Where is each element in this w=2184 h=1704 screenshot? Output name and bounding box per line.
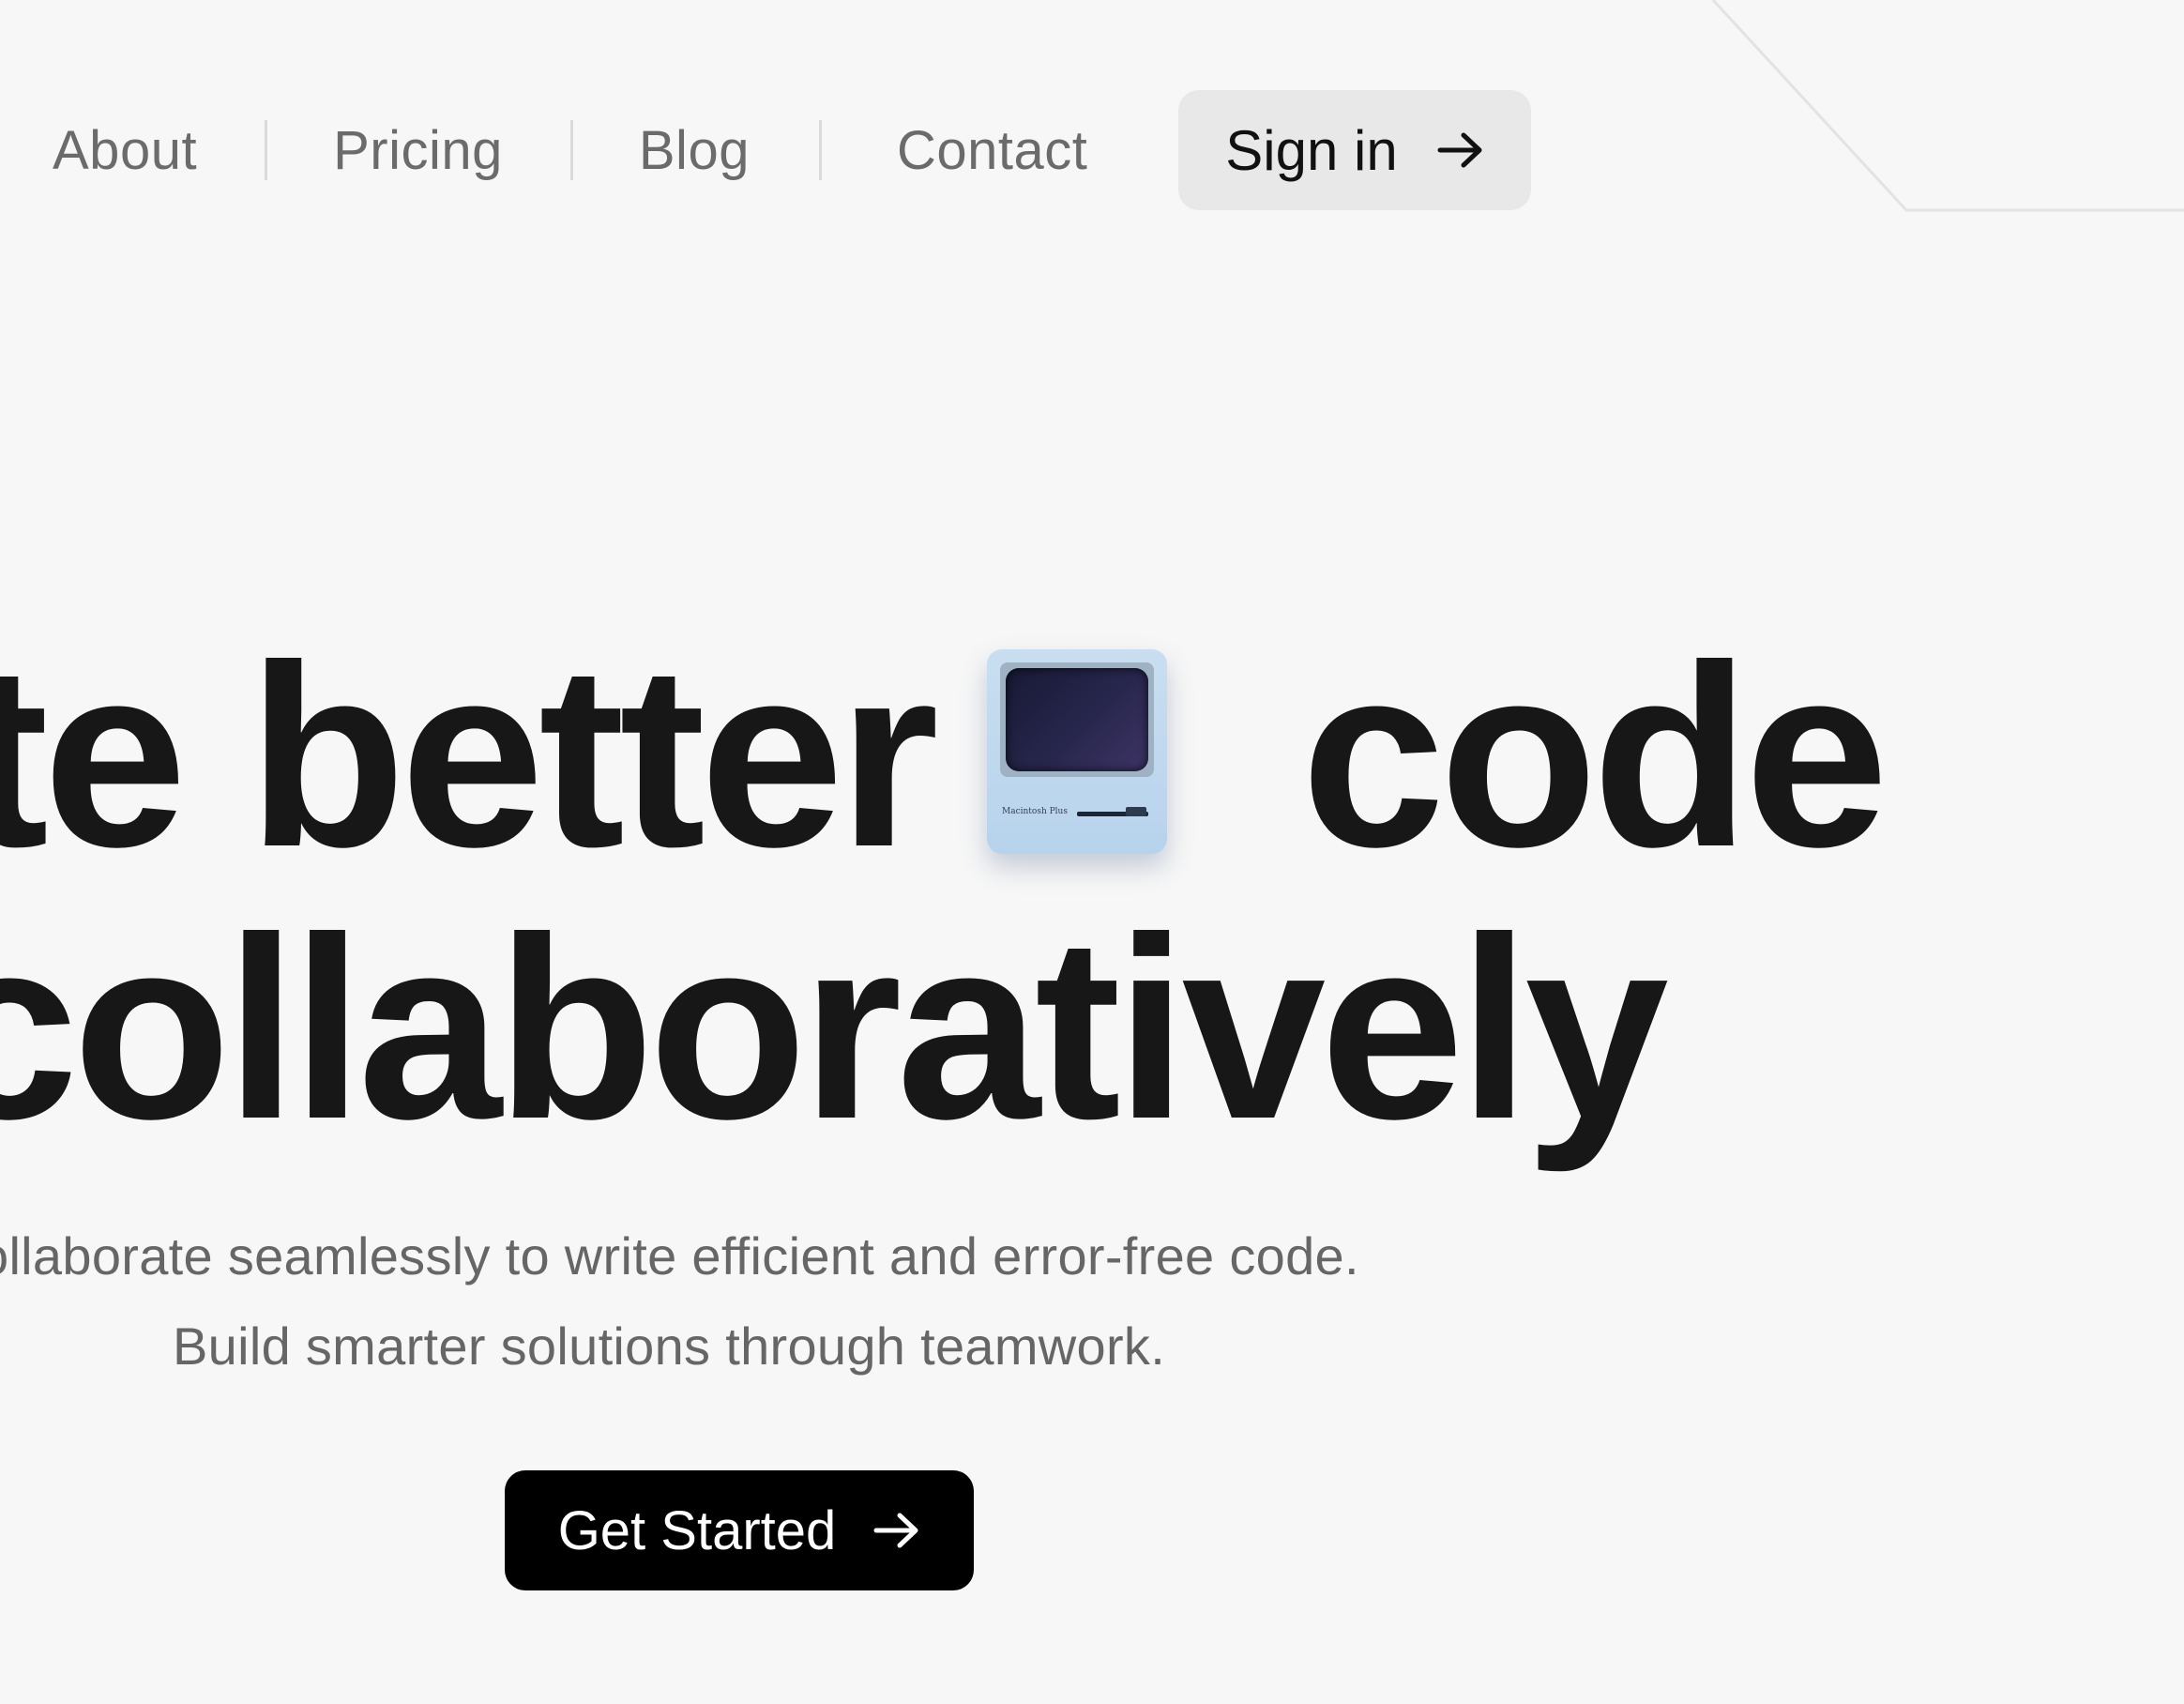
top-nav: About Pricing Blog Contact bbox=[0, 90, 1087, 210]
nav-link-pricing[interactable]: Pricing bbox=[333, 119, 503, 182]
nav-link-contact[interactable]: Contact bbox=[897, 119, 1087, 182]
mac-screen-bezel bbox=[1000, 662, 1154, 777]
headline-line-1: te better code bbox=[0, 627, 1888, 886]
subtitle-line-1: ollaborate seamlessly to write efficient… bbox=[0, 1226, 1359, 1286]
nav-separator bbox=[569, 120, 573, 180]
mac-floppy-button bbox=[1126, 807, 1146, 816]
headline-text-end: code bbox=[1300, 612, 1888, 901]
headline-text-start: te better bbox=[0, 612, 939, 901]
nav-link-about[interactable]: About bbox=[53, 119, 197, 182]
arrow-right-icon bbox=[1437, 132, 1482, 168]
landing-page: About Pricing Blog Contact Sign in te be… bbox=[0, 0, 2184, 1704]
get-started-button[interactable]: Get Started bbox=[505, 1470, 974, 1590]
nav-separator bbox=[818, 120, 822, 180]
macintosh-computer-icon: Macintosh Plus bbox=[987, 649, 1167, 854]
nav-separator bbox=[265, 120, 268, 180]
sign-in-button[interactable]: Sign in bbox=[1178, 90, 1531, 210]
get-started-label: Get Started bbox=[557, 1499, 837, 1561]
headline-line-2: collaboratively bbox=[0, 884, 1669, 1173]
sign-in-label: Sign in bbox=[1225, 118, 1398, 182]
subtitle-line-2: Build smarter solutions through teamwork… bbox=[173, 1316, 1166, 1376]
mac-badge: Macintosh Plus bbox=[1002, 807, 1068, 816]
nav-link-blog[interactable]: Blog bbox=[639, 119, 750, 182]
arrow-right-icon bbox=[873, 1513, 918, 1548]
mac-screen bbox=[1006, 668, 1148, 771]
